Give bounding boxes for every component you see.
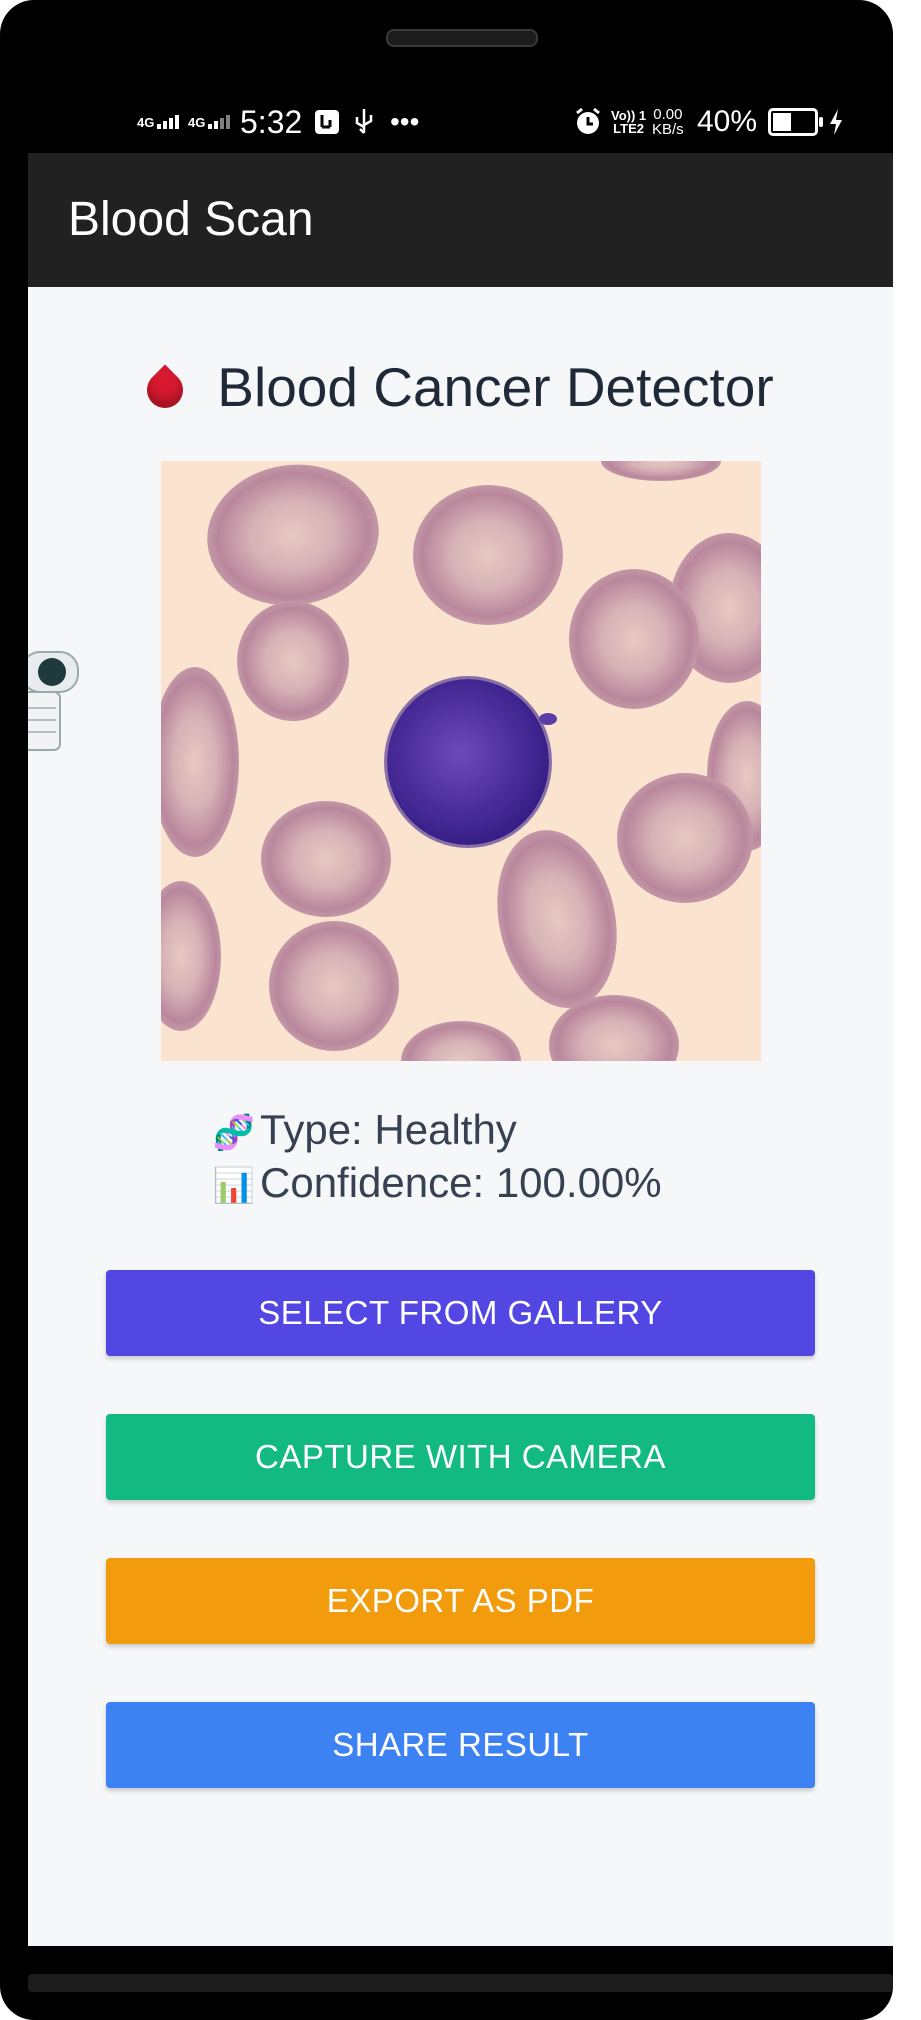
alarm-icon [573,96,603,148]
page-title: Blood Cancer Detector [28,355,893,419]
signal-bars-icon [208,115,231,129]
export-as-pdf-button[interactable]: EXPORT AS PDF [106,1558,815,1644]
usb-debug-icon [313,96,341,148]
red-blood-cell [617,773,753,903]
signal-bars-icon [157,115,180,129]
phone-frame: 4G 4G 5:32 ••• Vo)) 1 LTE2 0.00 KB/s 40% [0,0,893,2020]
network-type-label: 4G [137,114,155,130]
battery-percent: 40% [697,105,758,138]
red-blood-cell [413,485,563,625]
battery-fill [773,113,791,131]
usb-icon [353,96,375,148]
red-blood-cell [269,921,399,1051]
app-bar: Blood Scan [28,153,893,287]
result-confidence-text: Confidence: 100.00% [260,1159,662,1206]
result-type-text: Type: Healthy [260,1106,517,1153]
speed-unit: KB/s [652,121,684,138]
navigation-bar [28,1974,893,1992]
bar-chart-icon: 📊 [212,1167,256,1205]
red-blood-cell [198,461,388,617]
result-type: 🧬 Type: Healthy [208,1105,662,1158]
red-blood-cell [601,461,721,481]
floating-assistant-icon[interactable] [21,648,82,766]
status-bar: 4G 4G 5:32 ••• Vo)) 1 LTE2 0.00 KB/s 40% [0,96,893,148]
red-blood-cell [161,881,221,1031]
signal-2: 4G [188,96,231,148]
network-speed: 0.00 KB/s [652,96,684,148]
blood-smear-image [161,461,761,1061]
charging-icon [828,96,844,148]
red-blood-cell [261,801,391,917]
share-result-button[interactable]: SHARE RESULT [106,1702,815,1788]
dna-icon: 🧬 [212,1114,256,1152]
speaker-grille [386,29,538,47]
app-title: Blood Scan [68,193,314,246]
white-blood-cell [387,679,557,845]
red-blood-cell [237,601,349,721]
red-blood-cell [161,667,239,857]
signal-1: 4G [137,96,180,148]
blood-drop-icon [139,364,191,416]
result-confidence: 📊 Confidence: 100.00% [208,1158,662,1211]
network-type-label: 4G [188,114,206,130]
volte-indicator: Vo)) 1 LTE2 [611,96,646,148]
main-content: Blood Cancer Detector 🧬 Type: Healthy 📊 Co… [28,287,893,1946]
select-from-gallery-button[interactable]: SELECT FROM GALLERY [106,1270,815,1356]
red-blood-cell [569,569,699,709]
battery-icon [768,96,823,148]
red-blood-cell [401,1021,521,1061]
result-panel: 🧬 Type: Healthy 📊 Confidence: 100.00% [208,1105,662,1211]
page-title-text: Blood Cancer Detector [217,356,774,418]
lte-label: LTE2 [613,121,644,136]
capture-with-camera-button[interactable]: CAPTURE WITH CAMERA [106,1414,815,1500]
more-dots-icon: ••• [390,106,420,137]
speed-value: 0.00 [653,106,683,123]
red-blood-cell [481,818,633,1020]
clock: 5:32 [240,103,303,140]
